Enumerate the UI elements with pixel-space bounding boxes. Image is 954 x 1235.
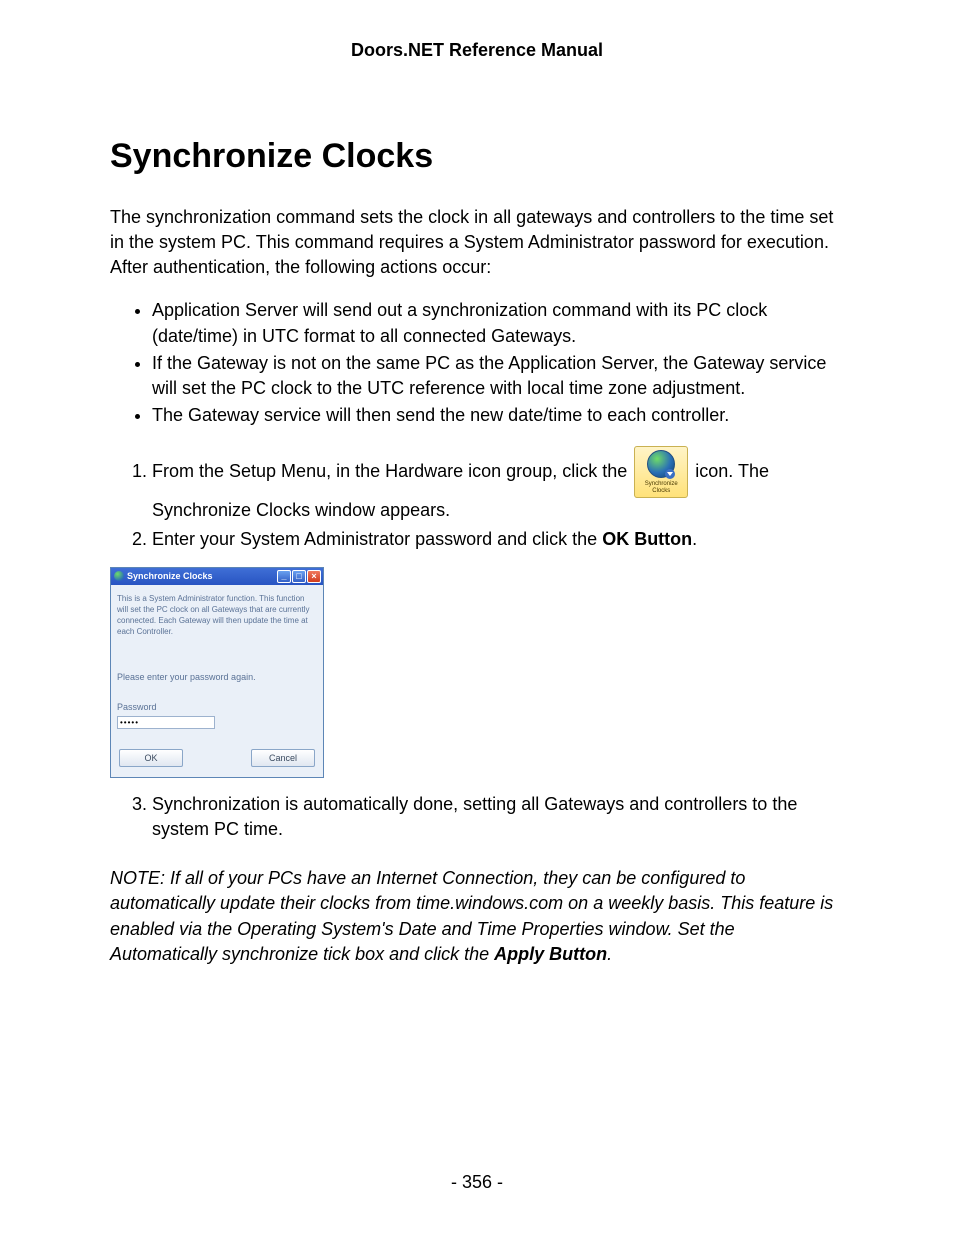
intro-paragraph: The synchronization command sets the clo… bbox=[110, 205, 844, 281]
password-prompt: Please enter your password again. bbox=[117, 671, 317, 684]
page-number: - 356 - bbox=[0, 1170, 954, 1195]
step2-pre: Enter your System Administrator password… bbox=[152, 529, 602, 549]
close-button[interactable]: × bbox=[307, 570, 321, 583]
note-paragraph: NOTE: If all of your PCs have an Interne… bbox=[110, 866, 844, 967]
minimize-button[interactable]: _ bbox=[277, 570, 291, 583]
cancel-button[interactable]: Cancel bbox=[251, 749, 315, 767]
globe-icon bbox=[114, 571, 124, 581]
action-list: Application Server will send out a synch… bbox=[110, 298, 844, 428]
steps-list-continued: Synchronization is automatically done, s… bbox=[110, 792, 844, 842]
dialog-titlebar: Synchronize Clocks _ □ × bbox=[111, 568, 323, 585]
note-post: . bbox=[607, 944, 612, 964]
ok-button[interactable]: OK bbox=[119, 749, 183, 767]
dialog-description: This is a System Administrator function.… bbox=[117, 593, 317, 637]
list-item: The Gateway service will then send the n… bbox=[152, 403, 844, 428]
apply-button-text: Apply Button bbox=[494, 944, 607, 964]
page-header: Doors.NET Reference Manual bbox=[110, 38, 844, 63]
dialog-title: Synchronize Clocks bbox=[127, 570, 277, 583]
step-item: Synchronization is automatically done, s… bbox=[152, 792, 844, 842]
steps-list: From the Setup Menu, in the Hardware ico… bbox=[110, 446, 844, 552]
ok-button-text: OK Button bbox=[602, 529, 692, 549]
step2-post: . bbox=[692, 529, 697, 549]
password-input[interactable] bbox=[117, 716, 215, 729]
password-label: Password bbox=[117, 701, 317, 714]
list-item: If the Gateway is not on the same PC as … bbox=[152, 351, 844, 401]
maximize-button[interactable]: □ bbox=[292, 570, 306, 583]
list-item: Application Server will send out a synch… bbox=[152, 298, 844, 348]
synchronize-clocks-dialog: Synchronize Clocks _ □ × This is a Syste… bbox=[110, 567, 324, 778]
step-item: From the Setup Menu, in the Hardware ico… bbox=[152, 446, 844, 523]
step1-pre: From the Setup Menu, in the Hardware ico… bbox=[152, 461, 627, 481]
page-title: Synchronize Clocks bbox=[110, 133, 844, 181]
icon-label-line1: Synchronize bbox=[645, 481, 678, 487]
synchronize-clocks-icon: Synchronize Clocks bbox=[634, 446, 688, 498]
step-item: Enter your System Administrator password… bbox=[152, 527, 844, 552]
note-pre: NOTE: If all of your PCs have an Interne… bbox=[110, 868, 833, 964]
icon-label-line2: Clocks bbox=[652, 488, 670, 494]
